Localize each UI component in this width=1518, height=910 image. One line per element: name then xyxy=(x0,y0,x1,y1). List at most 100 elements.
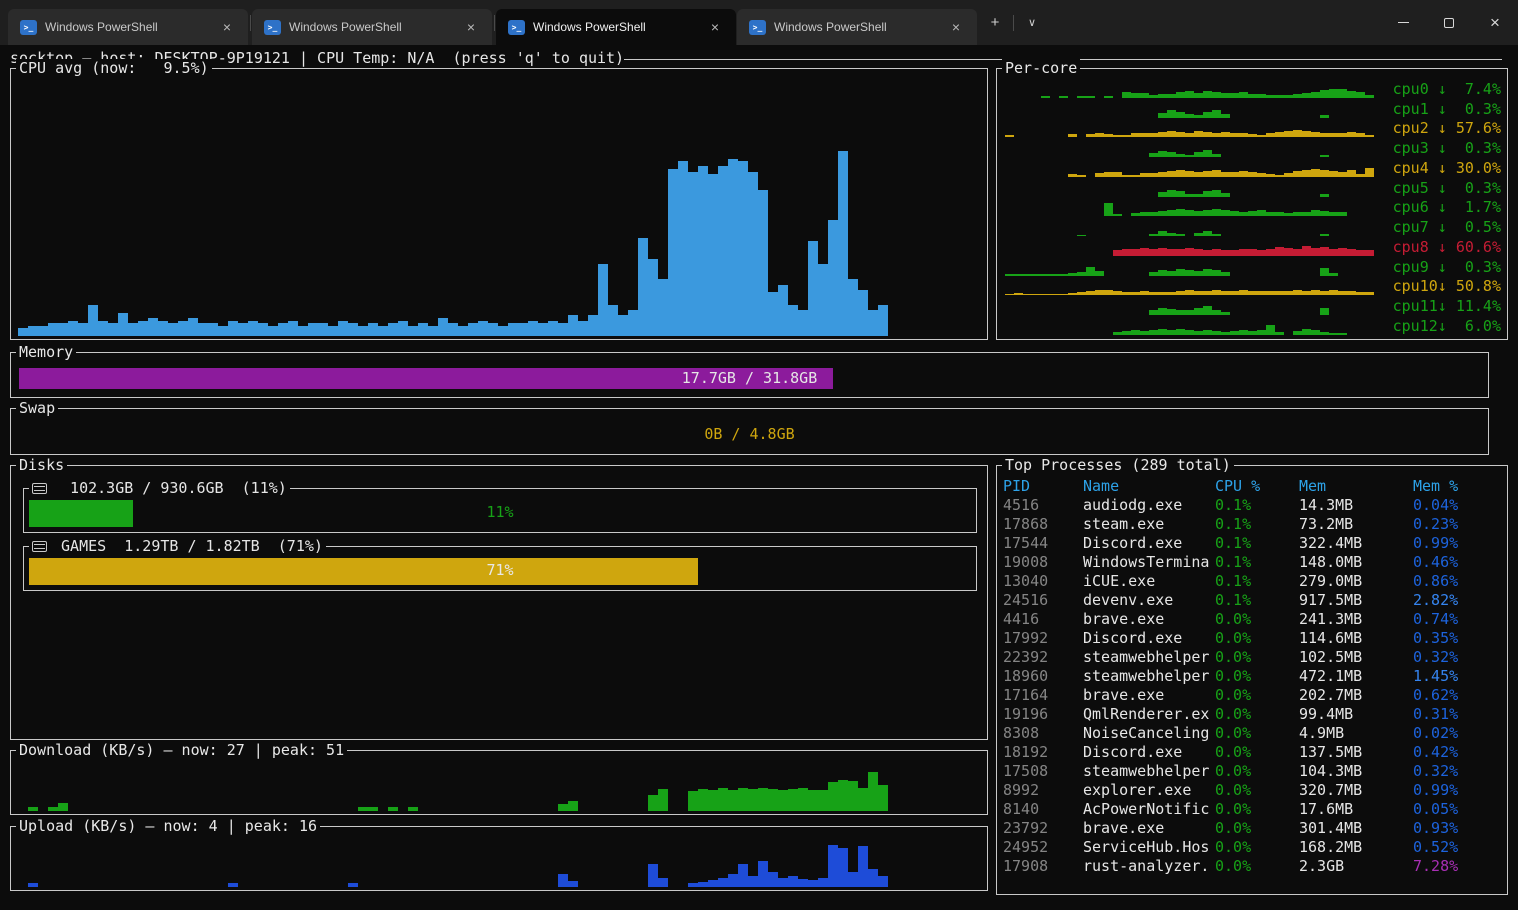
core-row: cpu2 ↓ 57.6% xyxy=(1005,118,1501,138)
tab-close-icon[interactable]: × xyxy=(943,15,969,39)
table-row: 8992explorer.exe0.0%320.7MB0.99% xyxy=(1003,781,1503,800)
core-label: cpu4 ↓ 30.0% xyxy=(1393,160,1501,177)
minimize-button[interactable] xyxy=(1380,0,1426,45)
terminal-viewport[interactable]: socktop — host: DESKTOP-9P19121 | CPU Te… xyxy=(0,45,1518,910)
powershell-icon: >_ xyxy=(20,20,37,35)
cell-pid: 19008 xyxy=(1003,553,1083,572)
core-row: cpu10↓ 50.8% xyxy=(1005,276,1501,296)
cell-memp: 0.93% xyxy=(1413,819,1503,838)
drive-icon xyxy=(32,483,47,494)
cell-name: AcPowerNotific xyxy=(1083,800,1215,819)
disks-panel: Disks 102.3GB / 930.6GB (11%) 11% GAMES … xyxy=(10,465,988,740)
tab-close-icon[interactable]: × xyxy=(702,15,728,39)
per-core-title: Per-core xyxy=(1002,59,1080,78)
swap-title: Swap xyxy=(16,399,58,418)
memory-usage-text: 17.7GB / 31.8GB xyxy=(19,369,1480,388)
per-core-panel: Per-core cpu0 ↓ 7.4%cpu1 ↓ 0.3%cpu2 ↓ 57… xyxy=(996,68,1508,340)
per-core-rows: cpu0 ↓ 7.4%cpu1 ↓ 0.3% cpu2 ↓ 57.6% cpu3 ↓… xyxy=(1005,78,1501,335)
cell-pid: 8308 xyxy=(1003,724,1083,743)
cell-mem: 137.5MB xyxy=(1299,743,1413,762)
disk-games-subpanel: GAMES 1.29TB / 1.82TB (71%) 71% xyxy=(23,546,977,591)
core-row: cpu3 ↓ 0.3% xyxy=(1005,137,1501,157)
tab-windows-powershell-3-active[interactable]: >_ Windows PowerShell × xyxy=(496,9,736,45)
cell-cpu: 0.1% xyxy=(1215,534,1299,553)
cell-mem: 320.7MB xyxy=(1299,781,1413,800)
cell-name: Discord.exe xyxy=(1083,629,1215,648)
cpu-avg-title: CPU avg (now: 9.5%) xyxy=(16,59,212,78)
tab-label: Windows PowerShell xyxy=(45,20,206,34)
cell-name: WindowsTermina xyxy=(1083,553,1215,572)
cell-cpu: 0.0% xyxy=(1215,857,1299,876)
core-label: cpu0 ↓ 7.4% xyxy=(1393,81,1501,98)
core-label: cpu6 ↓ 1.7% xyxy=(1393,199,1501,216)
disk-c-percent: 11% xyxy=(29,503,971,522)
table-row: 24516devenv.exe0.1%917.5MB2.82% xyxy=(1003,591,1503,610)
cell-name: Discord.exe xyxy=(1083,743,1215,762)
core-label: cpu2 ↓ 57.6% xyxy=(1393,120,1501,137)
table-row: 23792brave.exe0.0%301.4MB0.93% xyxy=(1003,819,1503,838)
cell-pid: 18960 xyxy=(1003,667,1083,686)
disk-games-usage-text: GAMES 1.29TB / 1.82TB (71%) xyxy=(52,537,323,556)
cell-name: brave.exe xyxy=(1083,610,1215,629)
cell-pid: 4416 xyxy=(1003,610,1083,629)
new-tab-button[interactable]: + xyxy=(978,6,1012,40)
cell-name: ServiceHub.Hos xyxy=(1083,838,1215,857)
table-row: 4516audiodg.exe0.1%14.3MB0.04% xyxy=(1003,496,1503,515)
core-row: cpu0 ↓ 7.4% xyxy=(1005,78,1501,98)
core-sparkline xyxy=(1005,240,1374,256)
cell-cpu: 0.1% xyxy=(1215,496,1299,515)
cell-pid: 23792 xyxy=(1003,819,1083,838)
table-row: 17868steam.exe0.1%73.2MB0.23% xyxy=(1003,515,1503,534)
disk-c-header: 102.3GB / 930.6GB (11%) xyxy=(29,479,290,498)
core-label: cpu5 ↓ 0.3% xyxy=(1393,180,1501,197)
cell-name: steamwebhelper xyxy=(1083,648,1215,667)
cell-memp: 0.52% xyxy=(1413,838,1503,857)
close-window-button[interactable]: × xyxy=(1472,0,1518,45)
tab-separator xyxy=(1013,15,1014,31)
top-processes-panel: Top Processes (289 total) PIDNameCPU %Me… xyxy=(996,465,1508,895)
tab-close-icon[interactable]: × xyxy=(458,15,484,39)
cell-mem: 17.6MB xyxy=(1299,800,1413,819)
core-label: cpu3 ↓ 0.3% xyxy=(1393,140,1501,157)
column-header: CPU % xyxy=(1215,477,1299,496)
powershell-icon: >_ xyxy=(749,20,766,35)
terminal-window: >_ Windows PowerShell × >_ Windows Power… xyxy=(0,0,1518,910)
column-header: Name xyxy=(1083,477,1215,496)
disk-games-header: GAMES 1.29TB / 1.82TB (71%) xyxy=(29,537,326,556)
tab-windows-powershell-1[interactable]: >_ Windows PowerShell × xyxy=(8,9,248,45)
cell-cpu: 0.0% xyxy=(1215,629,1299,648)
cell-mem: 104.3MB xyxy=(1299,762,1413,781)
minimize-icon xyxy=(1398,22,1409,23)
cell-memp: 7.28% xyxy=(1413,857,1503,876)
table-row: 4416brave.exe0.0%241.3MB0.74% xyxy=(1003,610,1503,629)
cell-memp: 0.32% xyxy=(1413,762,1503,781)
cell-cpu: 0.1% xyxy=(1215,591,1299,610)
cell-cpu: 0.0% xyxy=(1215,648,1299,667)
upload-panel: Upload (KB/s) — now: 4 | peak: 16 xyxy=(10,826,988,891)
core-sparkline xyxy=(1005,181,1374,197)
cell-pid: 8992 xyxy=(1003,781,1083,800)
table-row: 19008WindowsTermina0.1%148.0MB0.46% xyxy=(1003,553,1503,572)
cell-memp: 0.62% xyxy=(1413,686,1503,705)
tab-close-icon[interactable]: × xyxy=(214,15,240,39)
cell-cpu: 0.0% xyxy=(1215,838,1299,857)
tab-windows-powershell-4[interactable]: >_ Windows PowerShell × xyxy=(737,9,977,45)
core-sparkline xyxy=(1005,220,1374,236)
table-row: 17544Discord.exe0.1%322.4MB0.99% xyxy=(1003,534,1503,553)
cell-memp: 0.99% xyxy=(1413,781,1503,800)
core-label: cpu8 ↓ 60.6% xyxy=(1393,239,1501,256)
memory-title: Memory xyxy=(16,343,76,362)
tab-dropdown-button[interactable]: ∨ xyxy=(1015,6,1049,40)
cell-pid: 8140 xyxy=(1003,800,1083,819)
cell-name: NoiseCanceling xyxy=(1083,724,1215,743)
core-label: cpu7 ↓ 0.5% xyxy=(1393,219,1501,236)
core-row: cpu1 ↓ 0.3% xyxy=(1005,98,1501,118)
drive-icon xyxy=(32,541,47,552)
cell-mem: 14.3MB xyxy=(1299,496,1413,515)
tab-windows-powershell-2[interactable]: >_ Windows PowerShell × xyxy=(252,9,492,45)
download-history-chart xyxy=(18,759,982,811)
titlebar: >_ Windows PowerShell × >_ Windows Power… xyxy=(0,0,1518,45)
maximize-button[interactable] xyxy=(1426,0,1472,45)
cell-name: steamwebhelper xyxy=(1083,762,1215,781)
table-row: 18960steamwebhelper0.0%472.1MB1.45% xyxy=(1003,667,1503,686)
